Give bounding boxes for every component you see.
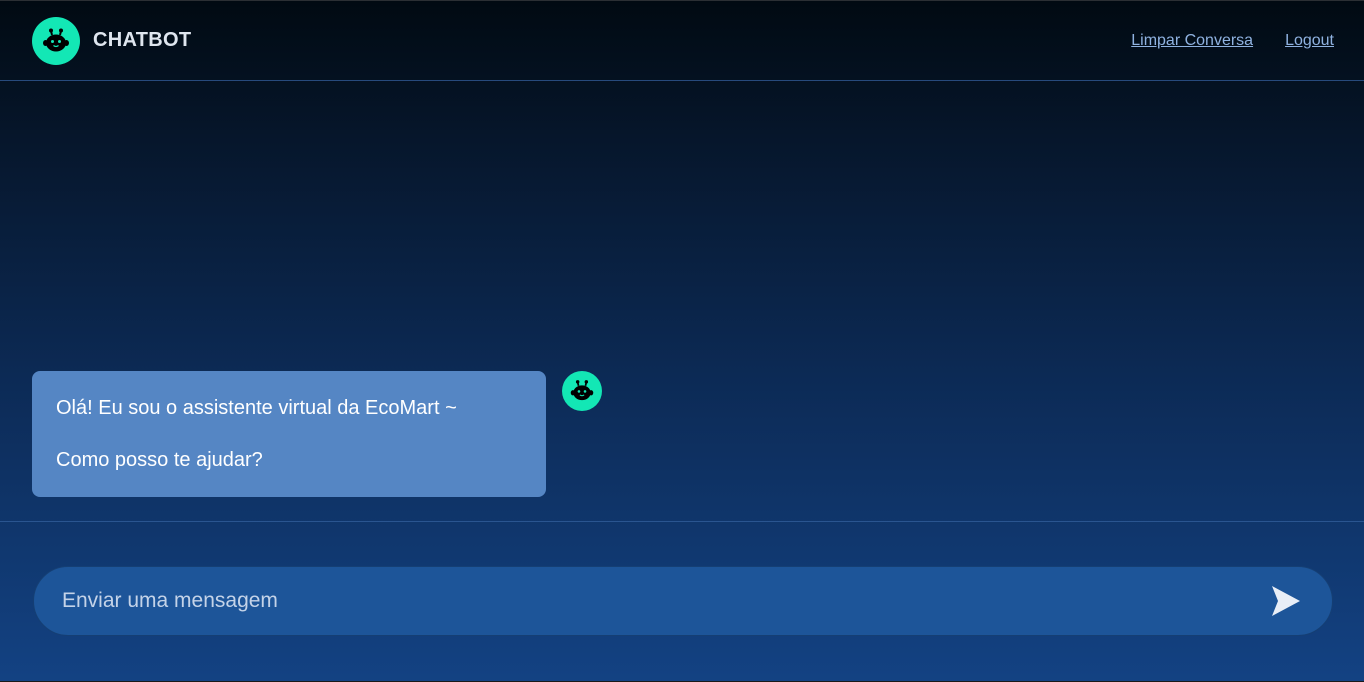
logout-link[interactable]: Logout [1285, 32, 1334, 50]
composer-divider [0, 521, 1364, 522]
robot-icon [562, 371, 602, 411]
app-title: CHATBOT [93, 29, 192, 51]
app-header: CHATBOT Limpar Conversa Logout [0, 1, 1364, 81]
message-input[interactable] [62, 589, 1270, 613]
chat-area[interactable]: Olá! Eu sou o assistente virtual da EcoM… [0, 82, 1364, 521]
message-bubble: Olá! Eu sou o assistente virtual da EcoM… [32, 371, 546, 497]
header-nav: Limpar Conversa Logout [1131, 32, 1334, 50]
message-line: Como posso te ajudar? [56, 449, 263, 471]
bot-message: Olá! Eu sou o assistente virtual da EcoM… [32, 371, 602, 497]
robot-icon [32, 16, 80, 65]
message-line: Olá! Eu sou o assistente virtual da EcoM… [56, 397, 457, 419]
send-icon [1272, 586, 1300, 616]
send-button[interactable] [1270, 585, 1302, 617]
clear-conversation-link[interactable]: Limpar Conversa [1131, 32, 1253, 50]
brand: CHATBOT [32, 16, 192, 65]
message-composer [33, 566, 1333, 636]
